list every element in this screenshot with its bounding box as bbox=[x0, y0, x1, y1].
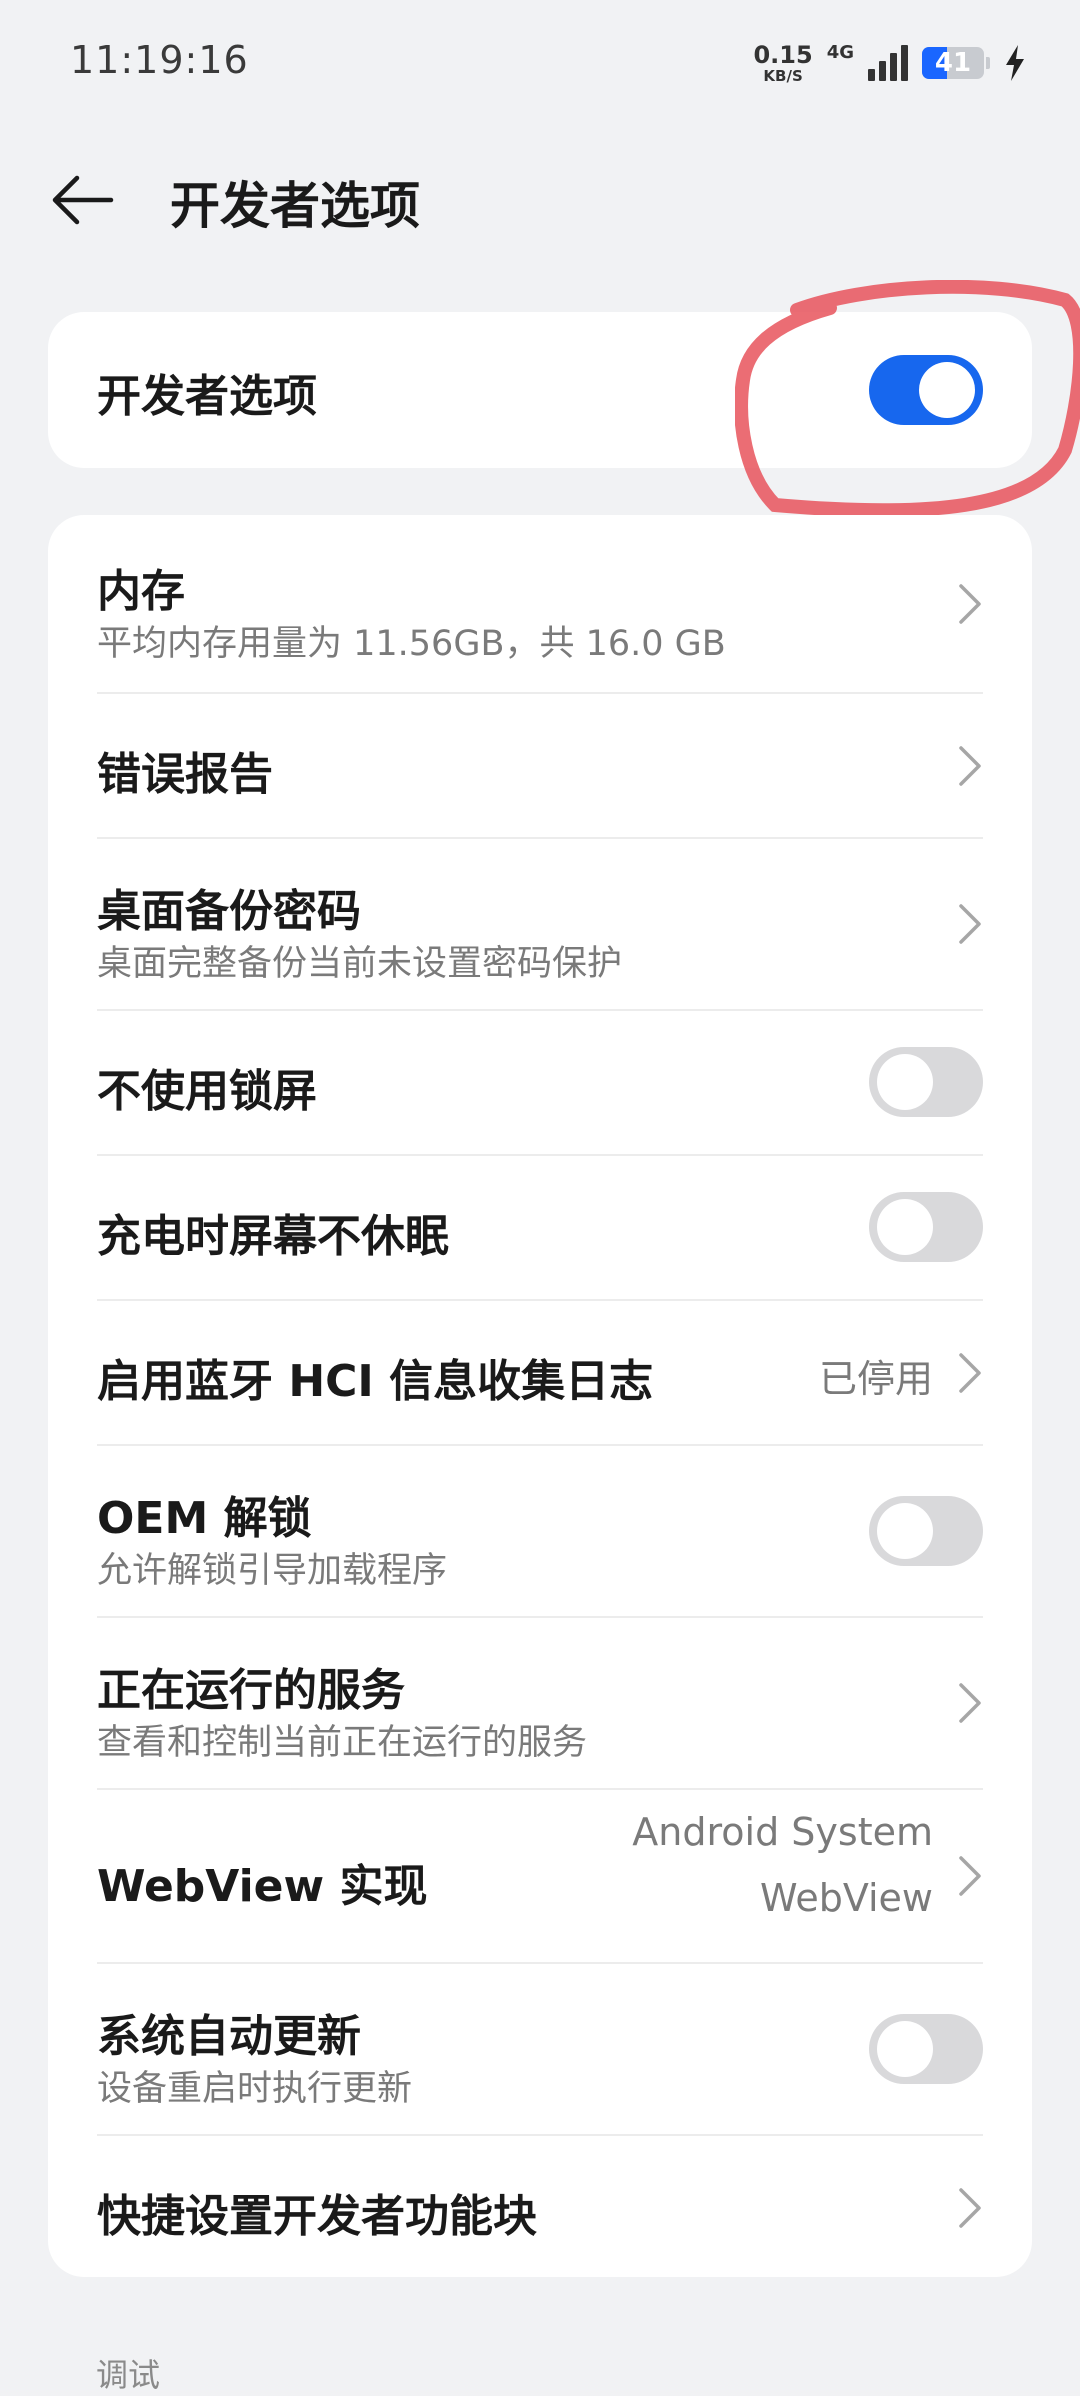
arrow-left-icon bbox=[52, 175, 114, 225]
chevron-right-icon bbox=[959, 584, 981, 624]
bluetooth-hci-log-title: 启用蓝牙 HCI 信息收集日志 bbox=[97, 1356, 654, 1407]
network-speed: 0.15 KB/S bbox=[753, 43, 812, 84]
battery-level: 41 bbox=[934, 48, 972, 78]
stay-awake-row[interactable]: 充电时屏幕不休眠 bbox=[97, 1156, 983, 1299]
chevron-right-icon bbox=[959, 1353, 981, 1393]
toggle-knob bbox=[919, 362, 975, 418]
bug-report-row[interactable]: 错误报告 bbox=[97, 694, 983, 837]
app-bar: 开发者选项 bbox=[0, 150, 1080, 250]
chevron-right-icon bbox=[959, 2188, 981, 2228]
toggle-knob bbox=[877, 1503, 933, 1559]
developer-options-master-card: 开发者选项 bbox=[48, 312, 1032, 468]
chevron-right-icon bbox=[959, 1683, 981, 1723]
network-speed-value: 0.15 bbox=[753, 40, 813, 69]
toggle-knob bbox=[877, 2021, 933, 2077]
running-services-row[interactable]: 正在运行的服务 查看和控制当前正在运行的服务 bbox=[97, 1618, 983, 1788]
battery-tip bbox=[986, 57, 990, 69]
oem-unlock-title: OEM 解锁 bbox=[97, 1493, 312, 1544]
no-lock-screen-row[interactable]: 不使用锁屏 bbox=[97, 1011, 983, 1154]
quick-settings-tiles-title: 快捷设置开发者功能块 bbox=[97, 2191, 537, 2242]
developer-options-master-row[interactable]: 开发者选项 bbox=[97, 312, 983, 468]
webview-implementation-value-line1: Android System bbox=[632, 1810, 933, 1854]
running-services-title: 正在运行的服务 bbox=[97, 1665, 405, 1716]
bug-report-title: 错误报告 bbox=[97, 749, 273, 800]
back-button[interactable] bbox=[48, 168, 118, 232]
memory-subtitle: 平均内存用量为 11.56GB，共 16.0 GB bbox=[97, 624, 726, 664]
battery-icon: 41 bbox=[922, 47, 984, 79]
stay-awake-toggle[interactable] bbox=[869, 1192, 983, 1262]
toggle-knob bbox=[877, 1199, 933, 1255]
network-speed-unit: KB/S bbox=[763, 66, 803, 85]
auto-system-update-row[interactable]: 系统自动更新 设备重启时执行更新 bbox=[97, 1964, 983, 2134]
status-time: 11:19:16 bbox=[70, 38, 249, 82]
desktop-backup-password-row[interactable]: 桌面备份密码 桌面完整备份当前未设置密码保护 bbox=[97, 839, 983, 1009]
webview-implementation-row[interactable]: WebView 实现 Android System WebView bbox=[97, 1790, 983, 1962]
running-services-subtitle: 查看和控制当前正在运行的服务 bbox=[97, 1723, 588, 1763]
webview-implementation-title: WebView 实现 bbox=[97, 1861, 428, 1912]
developer-options-master-label: 开发者选项 bbox=[97, 371, 317, 422]
bluetooth-hci-log-row[interactable]: 启用蓝牙 HCI 信息收集日志 已停用 bbox=[97, 1301, 983, 1444]
webview-implementation-value-line2: WebView bbox=[759, 1876, 933, 1920]
settings-list-card: 内存 平均内存用量为 11.56GB，共 16.0 GB 错误报告 桌面备份密码… bbox=[48, 515, 1032, 2277]
oem-unlock-row[interactable]: OEM 解锁 允许解锁引导加载程序 bbox=[97, 1446, 983, 1616]
toggle-knob bbox=[877, 1054, 933, 1110]
chevron-right-icon bbox=[959, 1856, 981, 1896]
chevron-right-icon bbox=[959, 904, 981, 944]
memory-title: 内存 bbox=[97, 566, 185, 617]
oem-unlock-subtitle: 允许解锁引导加载程序 bbox=[97, 1551, 448, 1591]
network-type-icon: 4G bbox=[826, 42, 854, 63]
signal-strength-icon bbox=[868, 45, 908, 81]
bluetooth-hci-log-value: 已停用 bbox=[818, 1357, 933, 1401]
auto-system-update-title: 系统自动更新 bbox=[97, 2011, 361, 2062]
chevron-right-icon bbox=[959, 746, 981, 786]
stay-awake-title: 充电时屏幕不休眠 bbox=[97, 1211, 449, 1262]
memory-row[interactable]: 内存 平均内存用量为 11.56GB，共 16.0 GB bbox=[97, 515, 983, 692]
developer-options-master-toggle[interactable] bbox=[869, 355, 983, 425]
page-title: 开发者选项 bbox=[170, 177, 420, 235]
no-lock-screen-title: 不使用锁屏 bbox=[97, 1066, 317, 1117]
quick-settings-tiles-row[interactable]: 快捷设置开发者功能块 bbox=[97, 2136, 983, 2277]
oem-unlock-toggle[interactable] bbox=[869, 1496, 983, 1566]
status-bar: 11:19:16 0.15 KB/S 4G 41 bbox=[0, 0, 1080, 120]
desktop-backup-password-subtitle: 桌面完整备份当前未设置密码保护 bbox=[97, 944, 623, 984]
section-label-debugging: 调试 bbox=[96, 2356, 161, 2394]
auto-system-update-subtitle: 设备重启时执行更新 bbox=[97, 2069, 413, 2109]
status-icons: 0.15 KB/S 4G 41 bbox=[753, 40, 1026, 86]
auto-system-update-toggle[interactable] bbox=[869, 2014, 983, 2084]
desktop-backup-password-title: 桌面备份密码 bbox=[97, 886, 361, 937]
no-lock-screen-toggle[interactable] bbox=[869, 1047, 983, 1117]
charging-bolt-icon bbox=[1006, 45, 1024, 81]
